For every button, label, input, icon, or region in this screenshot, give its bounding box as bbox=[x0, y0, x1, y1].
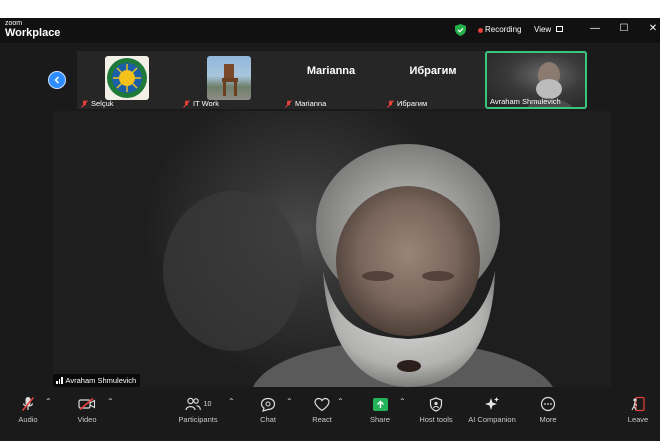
participant-label: Marianna bbox=[285, 99, 326, 108]
view-menu[interactable]: View bbox=[534, 25, 551, 34]
participants-label: Participants bbox=[178, 415, 218, 424]
participant-name: IT Work bbox=[193, 99, 219, 108]
chat-icon bbox=[260, 397, 276, 412]
more-dots-icon bbox=[540, 396, 556, 412]
speaker-name: Avraham Shmulevich bbox=[65, 376, 137, 385]
active-speaker-video: Avraham Shmulevich bbox=[53, 111, 611, 387]
more-label: More bbox=[539, 415, 557, 424]
mic-muted-icon bbox=[21, 396, 35, 412]
share-screen-icon bbox=[372, 397, 388, 411]
chat-button[interactable]: Chat bbox=[254, 394, 282, 424]
share-button[interactable]: Share bbox=[366, 394, 394, 424]
brand-title: Workplace bbox=[5, 27, 61, 39]
leave-button[interactable]: Leave bbox=[624, 394, 652, 424]
chat-label: Chat bbox=[260, 415, 276, 424]
more-button[interactable]: More bbox=[534, 394, 562, 424]
participant-display-name: Marianna bbox=[306, 65, 356, 77]
chevron-left-icon bbox=[54, 76, 60, 84]
participant-label: Selçuk bbox=[81, 99, 114, 108]
participant-tile-it-work[interactable]: IT Work bbox=[179, 51, 279, 109]
mic-muted-icon bbox=[285, 99, 292, 108]
audio-label: Audio bbox=[18, 415, 38, 424]
participants-count: 10 bbox=[203, 400, 212, 408]
mic-muted-icon bbox=[387, 99, 394, 108]
speaker-video-frame bbox=[163, 144, 553, 387]
react-options-chevron-icon[interactable]: ⌃ bbox=[337, 397, 344, 406]
leave-label: Leave bbox=[627, 415, 649, 424]
audio-button[interactable]: Audio bbox=[13, 394, 43, 424]
close-button[interactable]: ✕ bbox=[646, 23, 660, 34]
react-button[interactable]: React bbox=[308, 394, 336, 424]
host-tools-label: Host tools bbox=[419, 415, 453, 424]
react-label: React bbox=[312, 415, 332, 424]
signal-strength-icon bbox=[56, 377, 63, 384]
app-logo: zoom Workplace bbox=[5, 20, 60, 39]
participant-tile-selcuk[interactable]: Selçuk bbox=[77, 51, 177, 109]
participant-name: Ибрагим bbox=[397, 99, 428, 108]
video-button[interactable]: Video bbox=[72, 394, 102, 424]
video-label: Video bbox=[77, 415, 97, 424]
participant-tile-marianna[interactable]: Marianna Marianna bbox=[281, 51, 381, 109]
brand-small: zoom bbox=[5, 20, 23, 27]
host-tools-shield-icon bbox=[429, 396, 443, 412]
minimize-button[interactable]: — bbox=[588, 23, 602, 34]
mic-muted-icon bbox=[81, 99, 88, 108]
participants-icon bbox=[184, 397, 201, 411]
zoom-window: zoom Workplace Recording View — ☐ ✕ Selç… bbox=[0, 18, 660, 441]
audio-options-chevron-icon[interactable]: ⌃ bbox=[45, 397, 52, 406]
ai-companion-label: AI Companion bbox=[468, 415, 516, 424]
participant-label: IT Work bbox=[183, 99, 219, 108]
participant-avatar-emblem bbox=[105, 56, 149, 100]
video-options-chevron-icon[interactable]: ⌃ bbox=[107, 397, 114, 406]
ai-sparkle-icon bbox=[485, 397, 499, 410]
meeting-toolbar: Audio ⌃ Video ⌃ 10 Participants ⌃ Chat ⌃… bbox=[0, 388, 660, 441]
participant-tile-ibragim[interactable]: Ибрагим Ибрагим bbox=[383, 51, 483, 109]
chat-options-chevron-icon[interactable]: ⌃ bbox=[286, 397, 293, 406]
participants-options-chevron-icon[interactable]: ⌃ bbox=[228, 397, 235, 406]
security-shield-icon[interactable] bbox=[455, 24, 466, 36]
view-grid-icon[interactable] bbox=[556, 26, 563, 32]
recording-status[interactable]: Recording bbox=[485, 25, 521, 34]
participant-name: Avraham Shmulevich bbox=[490, 97, 561, 106]
participant-name: Selçuk bbox=[91, 99, 114, 108]
title-bar: zoom Workplace Recording View — ☐ ✕ bbox=[0, 18, 660, 43]
share-label: Share bbox=[369, 415, 390, 424]
previous-page-button[interactable] bbox=[48, 71, 66, 89]
heart-icon bbox=[314, 397, 330, 411]
maximize-button[interactable]: ☐ bbox=[617, 23, 631, 34]
video-off-icon bbox=[78, 397, 96, 411]
participant-avatar-photo bbox=[207, 56, 251, 100]
participant-tile-active-speaker[interactable]: Avraham Shmulevich bbox=[485, 51, 587, 109]
leave-icon bbox=[631, 396, 645, 412]
participant-name: Marianna bbox=[295, 99, 327, 108]
speaker-name-label: Avraham Shmulevich bbox=[53, 374, 141, 387]
host-tools-button[interactable]: Host tools bbox=[416, 394, 456, 424]
participant-label: Avraham Shmulevich bbox=[490, 97, 561, 106]
participants-button[interactable]: 10 Participants bbox=[175, 394, 221, 424]
participant-label: Ибрагим bbox=[387, 99, 427, 108]
ai-companion-button[interactable]: AI Companion bbox=[466, 394, 518, 424]
share-options-chevron-icon[interactable]: ⌃ bbox=[399, 397, 406, 406]
recording-dot-icon bbox=[478, 28, 483, 33]
participant-display-name: Ибрагим bbox=[409, 65, 457, 77]
mic-muted-icon bbox=[183, 99, 190, 108]
